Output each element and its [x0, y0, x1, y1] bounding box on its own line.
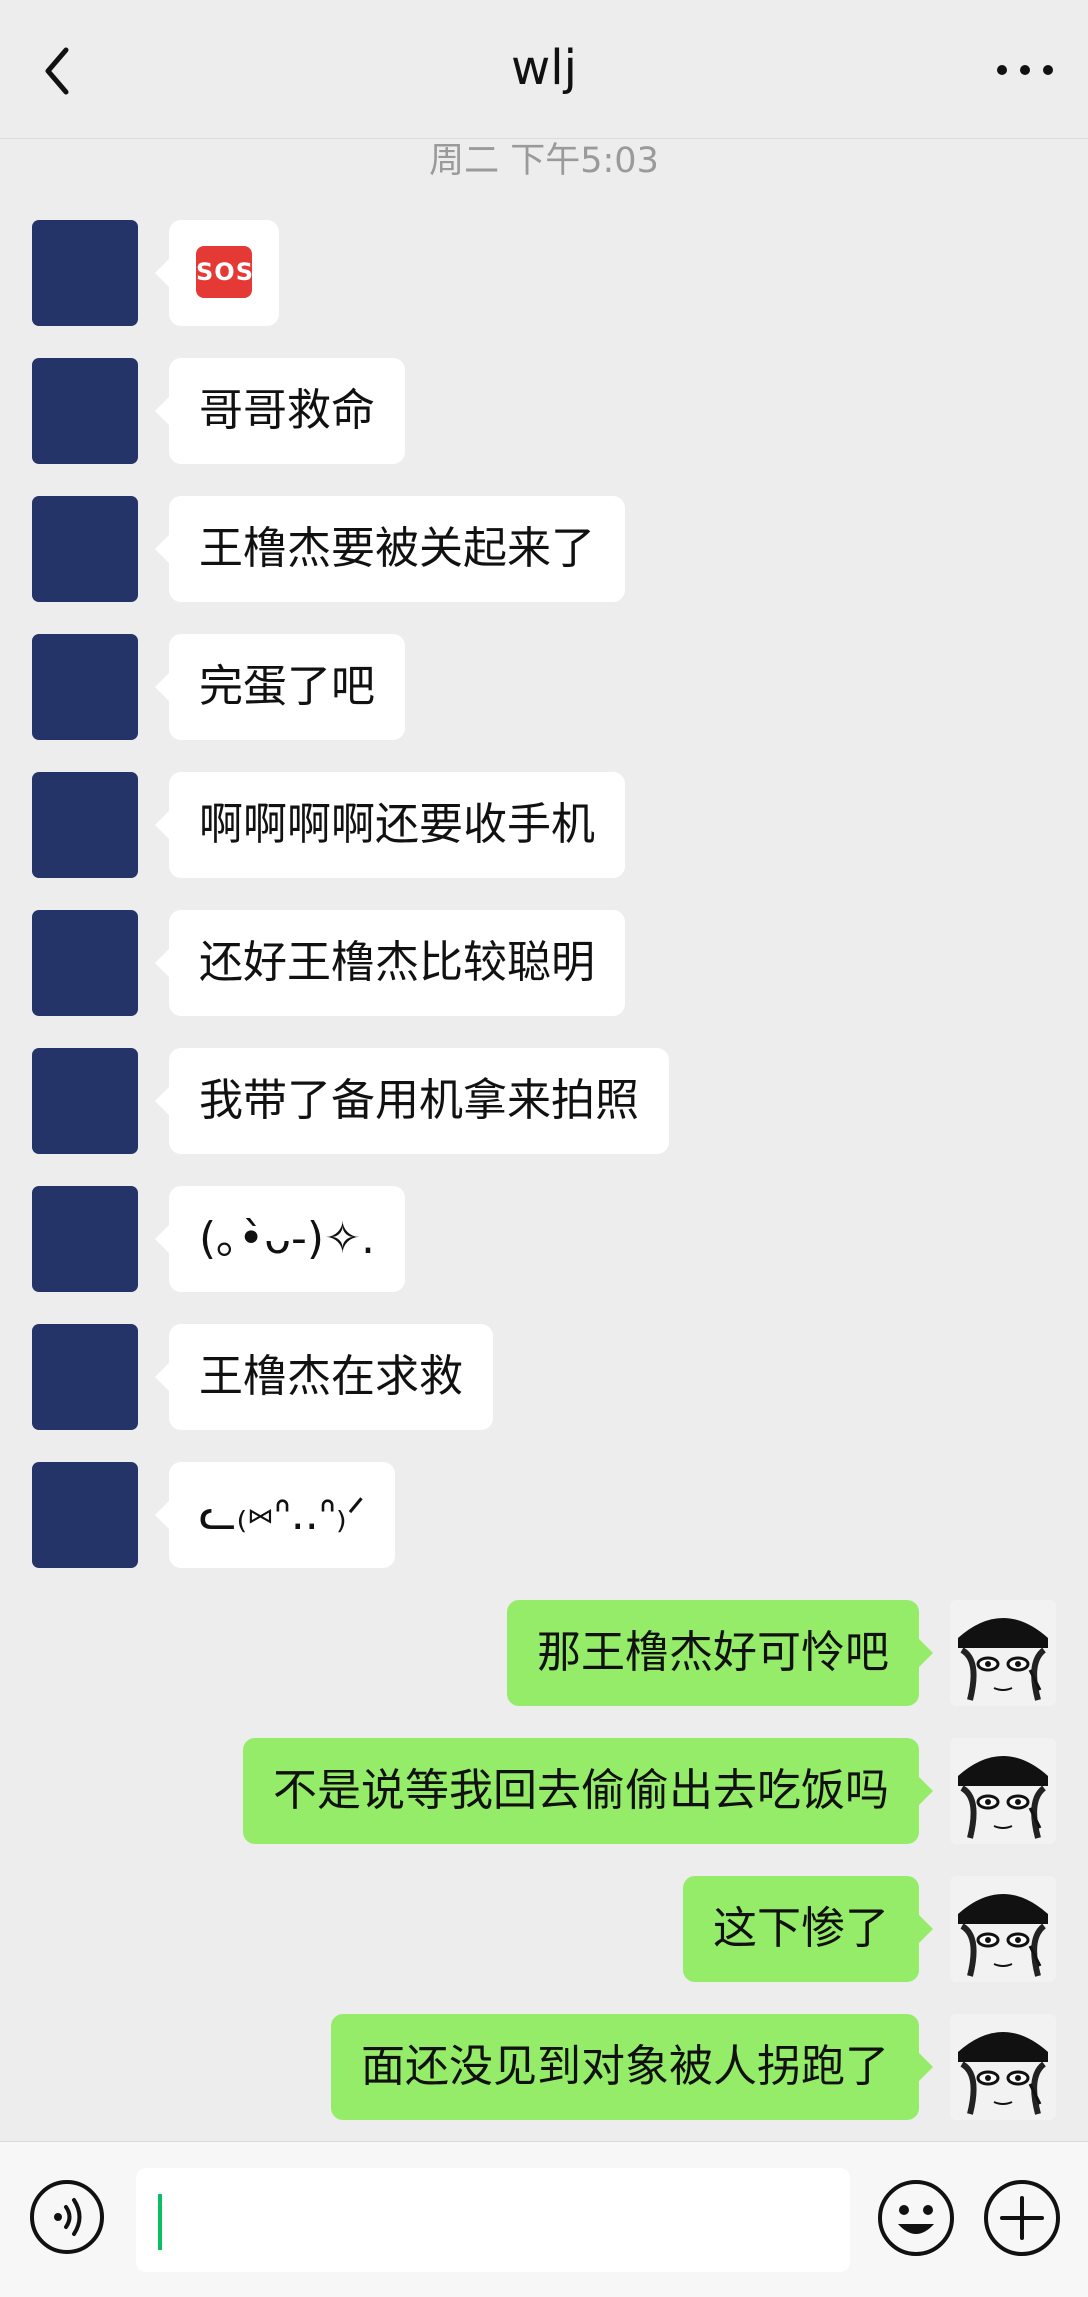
avatar[interactable]	[32, 1186, 138, 1292]
avatar[interactable]	[32, 772, 138, 878]
avatar[interactable]	[950, 1876, 1056, 1982]
sos-emoji-icon: SOS	[196, 246, 253, 298]
avatar[interactable]	[32, 358, 138, 464]
message-bubble[interactable]: ᓚ₍⑅ᐢ..ᐢ₎ᐟ	[154, 1462, 396, 1568]
manga-avatar-icon	[950, 1738, 1056, 1844]
message-row: 不是说等我回去偷偷出去吃饭吗	[176, 1738, 1056, 1844]
message-row: SOS	[32, 220, 332, 326]
manga-avatar-icon	[950, 1600, 1056, 1706]
emoji-icon[interactable]	[876, 2178, 956, 2258]
input-bar	[0, 2141, 1088, 2297]
more-dots-icon[interactable]	[990, 50, 1060, 90]
avatar[interactable]	[32, 1048, 138, 1154]
avatar[interactable]	[950, 1738, 1056, 1844]
avatar[interactable]	[32, 496, 138, 602]
avatar[interactable]	[32, 634, 138, 740]
message-bubble[interactable]: 面还没见到对象被人拐跑了	[331, 2014, 933, 2120]
message-bubble[interactable]: 还好王橹杰比较聪明	[155, 910, 625, 1016]
message-bubble[interactable]: 王橹杰在求救	[155, 1324, 493, 1430]
message-row: 还好王橹杰比较聪明	[32, 910, 732, 1016]
message-bubble[interactable]: 王橹杰要被关起来了	[155, 496, 625, 602]
avatar[interactable]	[950, 2014, 1056, 2120]
plus-icon[interactable]	[982, 2178, 1062, 2258]
message-bubble[interactable]: (｡•̀ᴗ-)✧.	[155, 1186, 405, 1292]
voice-icon[interactable]	[28, 2178, 106, 2256]
message-input[interactable]	[136, 2168, 850, 2272]
avatar[interactable]	[32, 1462, 138, 1568]
message-bubble[interactable]: 啊啊啊啊还要收手机	[155, 772, 625, 878]
avatar[interactable]	[32, 1324, 138, 1430]
avatar[interactable]	[32, 910, 138, 1016]
message-row: 王橹杰在求救	[32, 1324, 632, 1430]
message-bubble[interactable]: 那王橹杰好可怜吧	[507, 1600, 933, 1706]
message-bubble[interactable]: SOS	[155, 220, 279, 326]
message-row: 哥哥救命	[32, 358, 632, 464]
manga-avatar-icon	[950, 2014, 1056, 2120]
message-timestamp: 周二 下午5:03	[429, 141, 659, 181]
message-row: 王橹杰要被关起来了	[32, 496, 732, 602]
manga-avatar-icon	[950, 1876, 1056, 1982]
message-row: 我带了备用机拿来拍照	[32, 1048, 782, 1154]
message-row: ᓚ₍⑅ᐢ..ᐢ₎ᐟ	[32, 1462, 632, 1568]
message-bubble[interactable]: 完蛋了吧	[155, 634, 405, 740]
message-bubble[interactable]: 不是说等我回去偷偷出去吃饭吗	[243, 1738, 933, 1844]
chat-header: wlj	[0, 0, 1088, 139]
message-row: 面还没见到对象被人拐跑了	[176, 2014, 1056, 2120]
message-row: 这下惨了	[456, 1876, 1056, 1982]
message-row: 完蛋了吧	[32, 634, 632, 740]
message-bubble[interactable]: 这下惨了	[683, 1876, 933, 1982]
avatar[interactable]	[32, 220, 138, 326]
chat-title: wlj	[511, 40, 577, 96]
message-bubble[interactable]: 哥哥救命	[155, 358, 405, 464]
avatar[interactable]	[950, 1600, 1056, 1706]
message-row: 那王橹杰好可怜吧	[356, 1600, 1056, 1706]
text-cursor	[158, 2194, 162, 2250]
message-row: (｡•̀ᴗ-)✧.	[32, 1186, 632, 1292]
message-bubble[interactable]: 我带了备用机拿来拍照	[155, 1048, 669, 1154]
message-row: 啊啊啊啊还要收手机	[32, 772, 732, 878]
